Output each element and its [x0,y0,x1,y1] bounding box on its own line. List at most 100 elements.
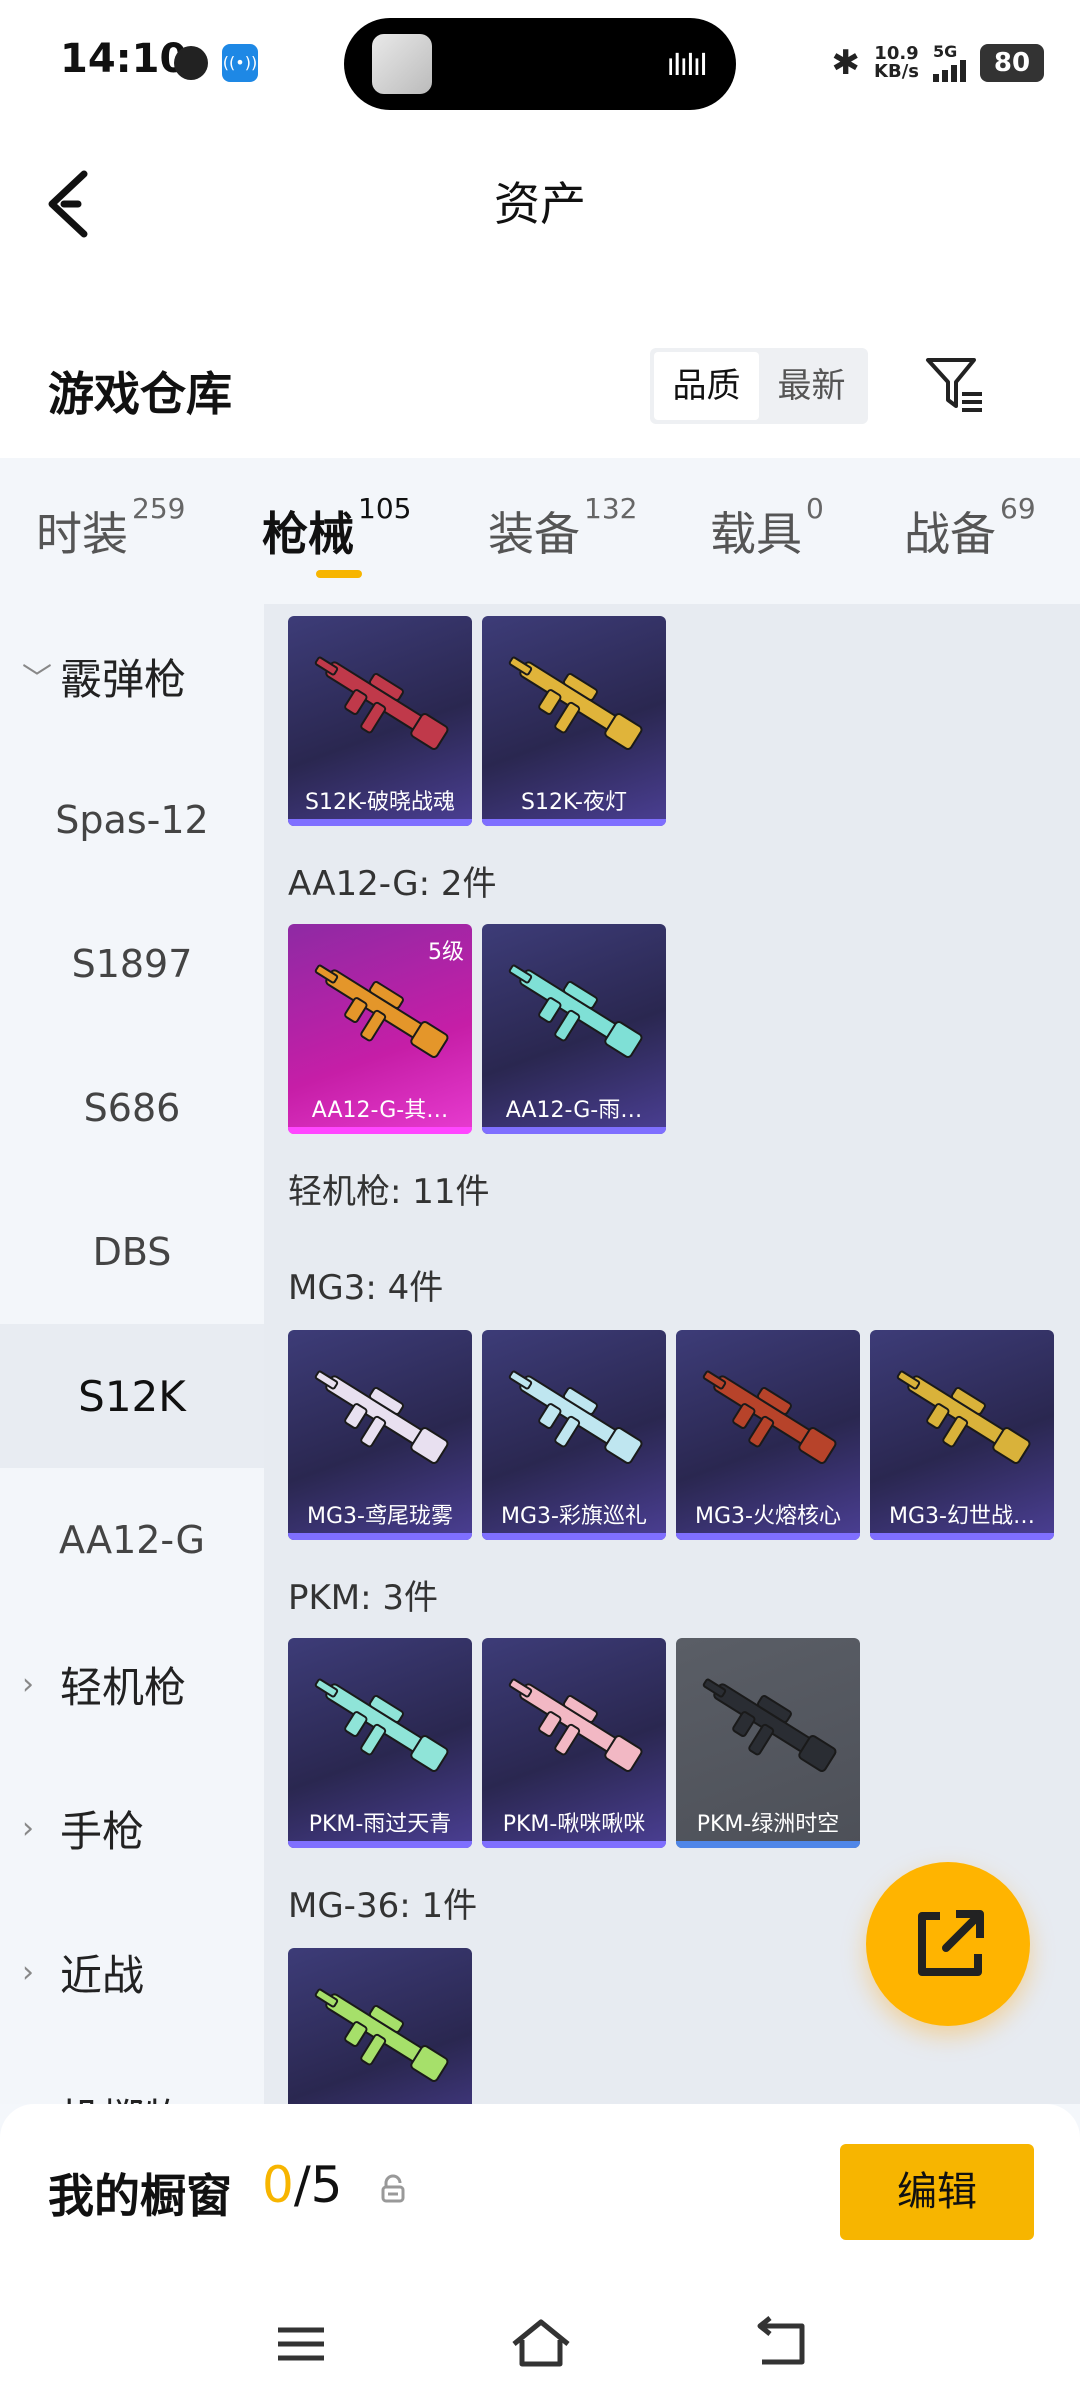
sidebar-item-s1897[interactable]: S1897 [0,892,264,1036]
weapon-card[interactable]: S12K-夜灯 [482,616,666,826]
level-badge: 5级 [428,940,464,965]
tab-fashion[interactable]: 时装 259 [36,492,185,564]
showcase-bar: 我的橱窗 0/5 编辑 [0,2104,1080,2290]
sidebar-item-pistol[interactable]: › 手枪 [0,1756,264,1900]
weapon-name: PKM-雨过天青 [308,1812,452,1837]
media-thumbnail [372,34,432,94]
rarity-stripe [482,1841,666,1848]
signal-icon [933,60,966,82]
signal-block: 5G [933,44,966,82]
sort-toggle: 品质 最新 [650,348,868,424]
sidebar-item-spas12[interactable]: Spas-12 [0,748,264,892]
filter-button[interactable] [922,352,986,416]
sidebar-item-label: Spas-12 [55,798,209,842]
weapon-name: MG3-幻世战… [889,1504,1035,1529]
tab-count: 69 [1000,492,1036,525]
hotspot-icon: ((•)) [222,44,258,82]
weapon-card[interactable]: PKM-雨过天青 [288,1638,472,1848]
weapon-card[interactable]: AA12-G-雨… [482,924,666,1134]
app-header: 资产 [0,128,1080,308]
bluetooth-icon: ✱ [831,43,861,83]
weapon-image [508,964,643,1058]
dynamic-island[interactable]: ıIıIıI [344,18,736,110]
sidebar-item-label: 手枪 [60,1806,145,1856]
sidebar-item-melee[interactable]: › 近战 [0,1900,264,2044]
showcase-count: 0/5 [262,2156,342,2214]
rarity-stripe [482,1533,666,1540]
sidebar-item-aa12g[interactable]: AA12-G [0,1468,264,1612]
sort-newest[interactable]: 最新 [759,352,864,420]
edit-button[interactable]: 编辑 [840,2144,1034,2240]
system-nav-bar [0,2290,1080,2400]
sidebar-item-dbs[interactable]: DBS [0,1180,264,1324]
share-icon [918,1910,984,1976]
home-icon[interactable] [506,2314,576,2374]
weapon-image [896,1370,1031,1464]
tab-count: 132 [584,492,638,525]
weapon-card[interactable]: S12K-破晓战魂 [288,616,472,826]
weapon-card[interactable]: PKM-啾咪啾咪 [482,1638,666,1848]
weapon-card[interactable]: 5级 AA12-G-其… [288,924,472,1134]
category-tabs: 时装 259 枪械 105 装备 132 载具 0 战备 69 [0,458,1080,604]
weapon-card[interactable]: MG3-彩旗巡礼 [482,1330,666,1540]
sidebar-item-throwable[interactable]: ›投掷物 [0,2044,264,2105]
active-tab-indicator [316,570,362,578]
chevron-right-icon: › [22,1810,34,1846]
group-label-mg3: MG3: 4件 [288,1268,444,1308]
weapon-card[interactable]: MG3-鸢尾珑雾 [288,1330,472,1540]
weapon-name: AA12-G-雨… [505,1098,643,1123]
rarity-stripe [288,819,472,826]
sidebar-item-s686[interactable]: S686 [0,1036,264,1180]
sidebar-item-label: S686 [83,1086,181,1130]
tab-count: 105 [358,492,412,525]
rarity-stripe [676,1841,860,1848]
rarity-stripe [288,1127,472,1134]
weapon-name: MG3-彩旗巡礼 [501,1504,647,1529]
tab-firearms[interactable]: 枪械 105 [262,492,411,564]
weapon-image [314,1678,449,1772]
sort-quality[interactable]: 品质 [654,352,759,420]
tab-vehicles[interactable]: 载具 0 [710,492,824,564]
page-title: 资产 [494,177,586,231]
weapon-image [508,1678,643,1772]
tab-supplies[interactable]: 战备 69 [904,492,1036,564]
weapon-image [702,1370,837,1464]
group-label-pkm: PKM: 3件 [288,1578,439,1618]
sidebar-item-label: 投掷物 [60,2086,186,2105]
weapon-card[interactable]: MG3-幻世战… [870,1330,1054,1540]
tab-label: 战备 [904,507,996,561]
share-fab[interactable] [866,1862,1030,2026]
tab-label: 装备 [488,507,580,561]
back-nav-icon[interactable] [746,2314,816,2374]
sidebar-item-lmg[interactable]: › 轻机枪 [0,1612,264,1756]
filter-icon [926,358,982,412]
sidebar-item-s12k[interactable]: S12K [0,1324,264,1468]
showcase-current: 0 [262,2156,294,2214]
group-label-mg36: MG-36: 1件 [288,1886,478,1926]
weapon-name: MG3-火熔核心 [695,1504,841,1529]
showcase-title: 我的橱窗 [48,2169,232,2223]
warehouse-title: 游戏仓库 [48,367,232,421]
menu-icon[interactable] [266,2314,336,2374]
weapon-card[interactable]: PKM-绿洲时空 [676,1638,860,1848]
audio-wave-icon: ıIıIıI [666,48,708,83]
status-right: ✱ 10.9 KB/s 5G 80 [832,40,1044,86]
rarity-stripe [482,1127,666,1134]
weapon-image [314,656,449,750]
weapon-name: AA12-G-其… [311,1098,449,1123]
lock-icon [381,2174,405,2203]
weapon-card[interactable] [288,1948,472,2104]
tab-label: 载具 [710,507,802,561]
sidebar-item-label: S1897 [71,942,193,986]
net-speed-unit: KB/s [874,61,919,82]
sidebar-item-shotgun[interactable]: ﹀ 霰弹枪 [0,604,264,748]
rarity-stripe [288,1841,472,1848]
sidebar-item-label: AA12-G [59,1518,205,1562]
rarity-stripe [676,1533,860,1540]
tab-equipment[interactable]: 装备 132 [488,492,637,564]
weapon-card[interactable]: MG3-火熔核心 [676,1330,860,1540]
status-time: 14:10 [60,36,188,82]
rarity-stripe [288,1533,472,1540]
weapon-image [508,656,643,750]
weapon-name: PKM-绿洲时空 [696,1812,840,1837]
